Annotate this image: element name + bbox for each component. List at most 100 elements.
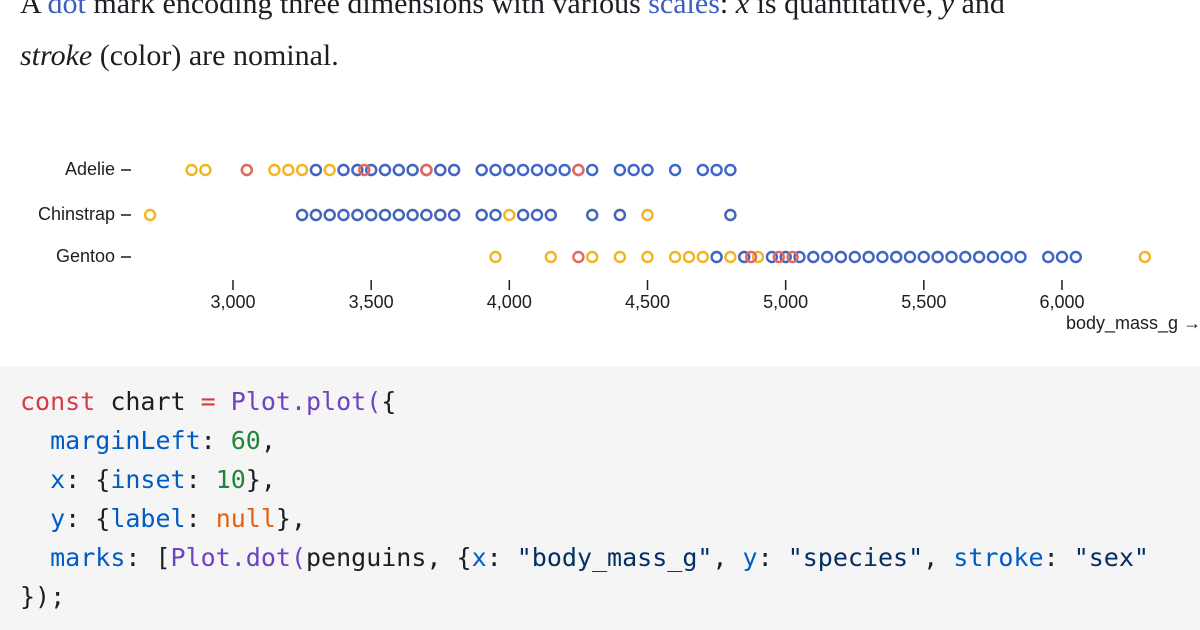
code-token: : [200, 426, 231, 455]
dot-mark [323, 208, 336, 222]
dot-mark [503, 208, 516, 222]
dot-mark [378, 208, 392, 222]
description-line-1: A dot mark encoding three dimensions wit… [20, 0, 1200, 30]
x-axis: 3,000 3,500 4,000 4,500 5,000 5,500 6,000body_… [210, 280, 1200, 334]
dot-mark [876, 250, 889, 264]
dot-mark [903, 250, 917, 264]
code-token: : [185, 504, 216, 533]
dot-mark [447, 208, 461, 222]
dot-mark [710, 163, 723, 177]
dot-mark [668, 163, 682, 177]
code-token: , [923, 543, 954, 572]
dot-plot-chart: Adelie Chinstrap Gentoo 3,000 3,500 4,000 4,5… [38, 159, 1200, 334]
dot-mark [475, 163, 488, 177]
code-token: }, [275, 504, 307, 533]
dot-mark [309, 208, 323, 222]
code-token: : [1043, 543, 1074, 572]
dot-mark [696, 250, 709, 264]
code-token: : [486, 543, 517, 572]
dot-mark [724, 163, 737, 177]
dot-mark [530, 208, 544, 222]
dot-mark [337, 208, 350, 222]
dot-mark [544, 208, 557, 222]
dot-mark [586, 163, 599, 177]
code-token: null [215, 504, 276, 533]
dot-mark [931, 250, 944, 264]
x-tick-label: 4,000 [487, 292, 532, 312]
text-segment: mark encoding three dimensions with vari… [85, 0, 649, 20]
dot-mark [986, 250, 1000, 264]
dot-mark [434, 208, 447, 222]
dot-mark [668, 250, 682, 264]
x-tick-label: 5,500 [901, 292, 946, 312]
dot-mark [392, 208, 405, 222]
dot-mark [890, 250, 903, 264]
dot-mark [295, 163, 309, 177]
code-token: x [50, 465, 66, 494]
code-token: marginLeft [50, 426, 201, 455]
dot-mark [917, 250, 930, 264]
code-token: }); [20, 582, 66, 611]
code-token: y [50, 504, 66, 533]
x-tick-label: 3,000 [210, 292, 255, 312]
dot-mark [945, 250, 958, 264]
code-token: "sex" [1073, 543, 1149, 572]
dot-mark [309, 163, 323, 177]
dot-mark [586, 208, 599, 222]
description-paragraph: A dot mark encoding three dimensions wit… [20, 0, 1200, 82]
code-token: inset [110, 465, 186, 494]
dot-mark [1069, 250, 1083, 264]
dot-mark [627, 163, 640, 177]
dot-mark [641, 208, 654, 222]
dot-mark [613, 208, 627, 222]
code-token: : { [65, 465, 111, 494]
dot-mark [530, 163, 544, 177]
dot-mark [378, 163, 392, 177]
dot-mark [710, 250, 723, 264]
dot-mark [1041, 250, 1055, 264]
dot-mark [558, 163, 571, 177]
dot-mark [337, 163, 350, 177]
dot-mark [848, 250, 861, 264]
dots-layer [143, 163, 1152, 264]
emphasis-stroke: stroke [20, 39, 93, 72]
dot-mark [282, 163, 295, 177]
code-token: x [471, 543, 487, 572]
code-token: { [381, 387, 397, 416]
dot-mark [972, 250, 986, 264]
dot-mark [959, 250, 972, 264]
dot-mark [724, 250, 737, 264]
code-token: y [742, 543, 758, 572]
description-line-2: stroke (color) are nominal. [20, 30, 1200, 82]
x-tick-label: 5,000 [763, 292, 808, 312]
dot-mark [572, 163, 585, 177]
code-token: marks [50, 543, 126, 572]
code-token: chart [95, 387, 201, 416]
dot-mark [807, 250, 820, 264]
dot-mark [475, 208, 488, 222]
dot-mark [185, 163, 198, 177]
dot-mark [786, 250, 799, 264]
text-segment: (color) are nominal. [92, 39, 339, 72]
dot-mark [406, 163, 419, 177]
dot-mark [240, 163, 254, 177]
dot-mark [572, 250, 585, 264]
x-tick-label: 3,500 [349, 292, 394, 312]
y-tick-label: Gentoo [56, 246, 115, 266]
dot-mark [358, 163, 371, 177]
dot-link[interactable]: dot [48, 0, 86, 20]
code-token: Plot.plot( [215, 387, 382, 416]
dot-mark [434, 163, 447, 177]
dot-mark [862, 250, 875, 264]
dot-mark [392, 163, 405, 177]
scales-link[interactable]: scales [648, 0, 720, 20]
dot-mark [503, 163, 516, 177]
x-tick-label: 6,000 [1039, 292, 1084, 312]
dot-mark [724, 208, 737, 222]
text-segment: : [719, 0, 736, 20]
text-segment: is quantitative, [749, 0, 941, 20]
dot-mark [1000, 250, 1013, 264]
dot-mark [682, 250, 696, 264]
code-token: 10 [215, 465, 246, 494]
dot-mark [351, 208, 364, 222]
